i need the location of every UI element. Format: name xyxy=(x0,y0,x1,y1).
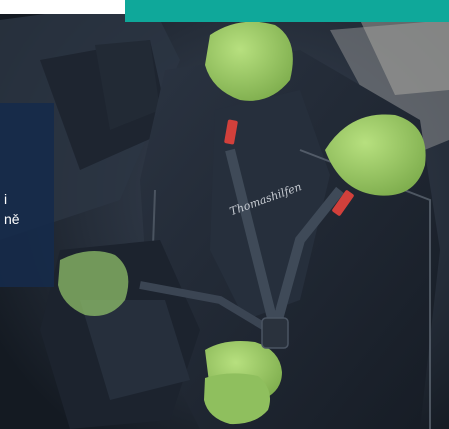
hero-image xyxy=(0,0,449,429)
panel-text: i ně xyxy=(4,189,20,229)
panel-text-line-2: ně xyxy=(4,211,20,227)
accent-teal-bar xyxy=(125,0,449,22)
car-seat-photo xyxy=(0,0,449,429)
panel-text-line-1: i xyxy=(4,191,8,207)
header-white-strip xyxy=(0,0,125,14)
info-panel: i ně xyxy=(0,103,54,287)
